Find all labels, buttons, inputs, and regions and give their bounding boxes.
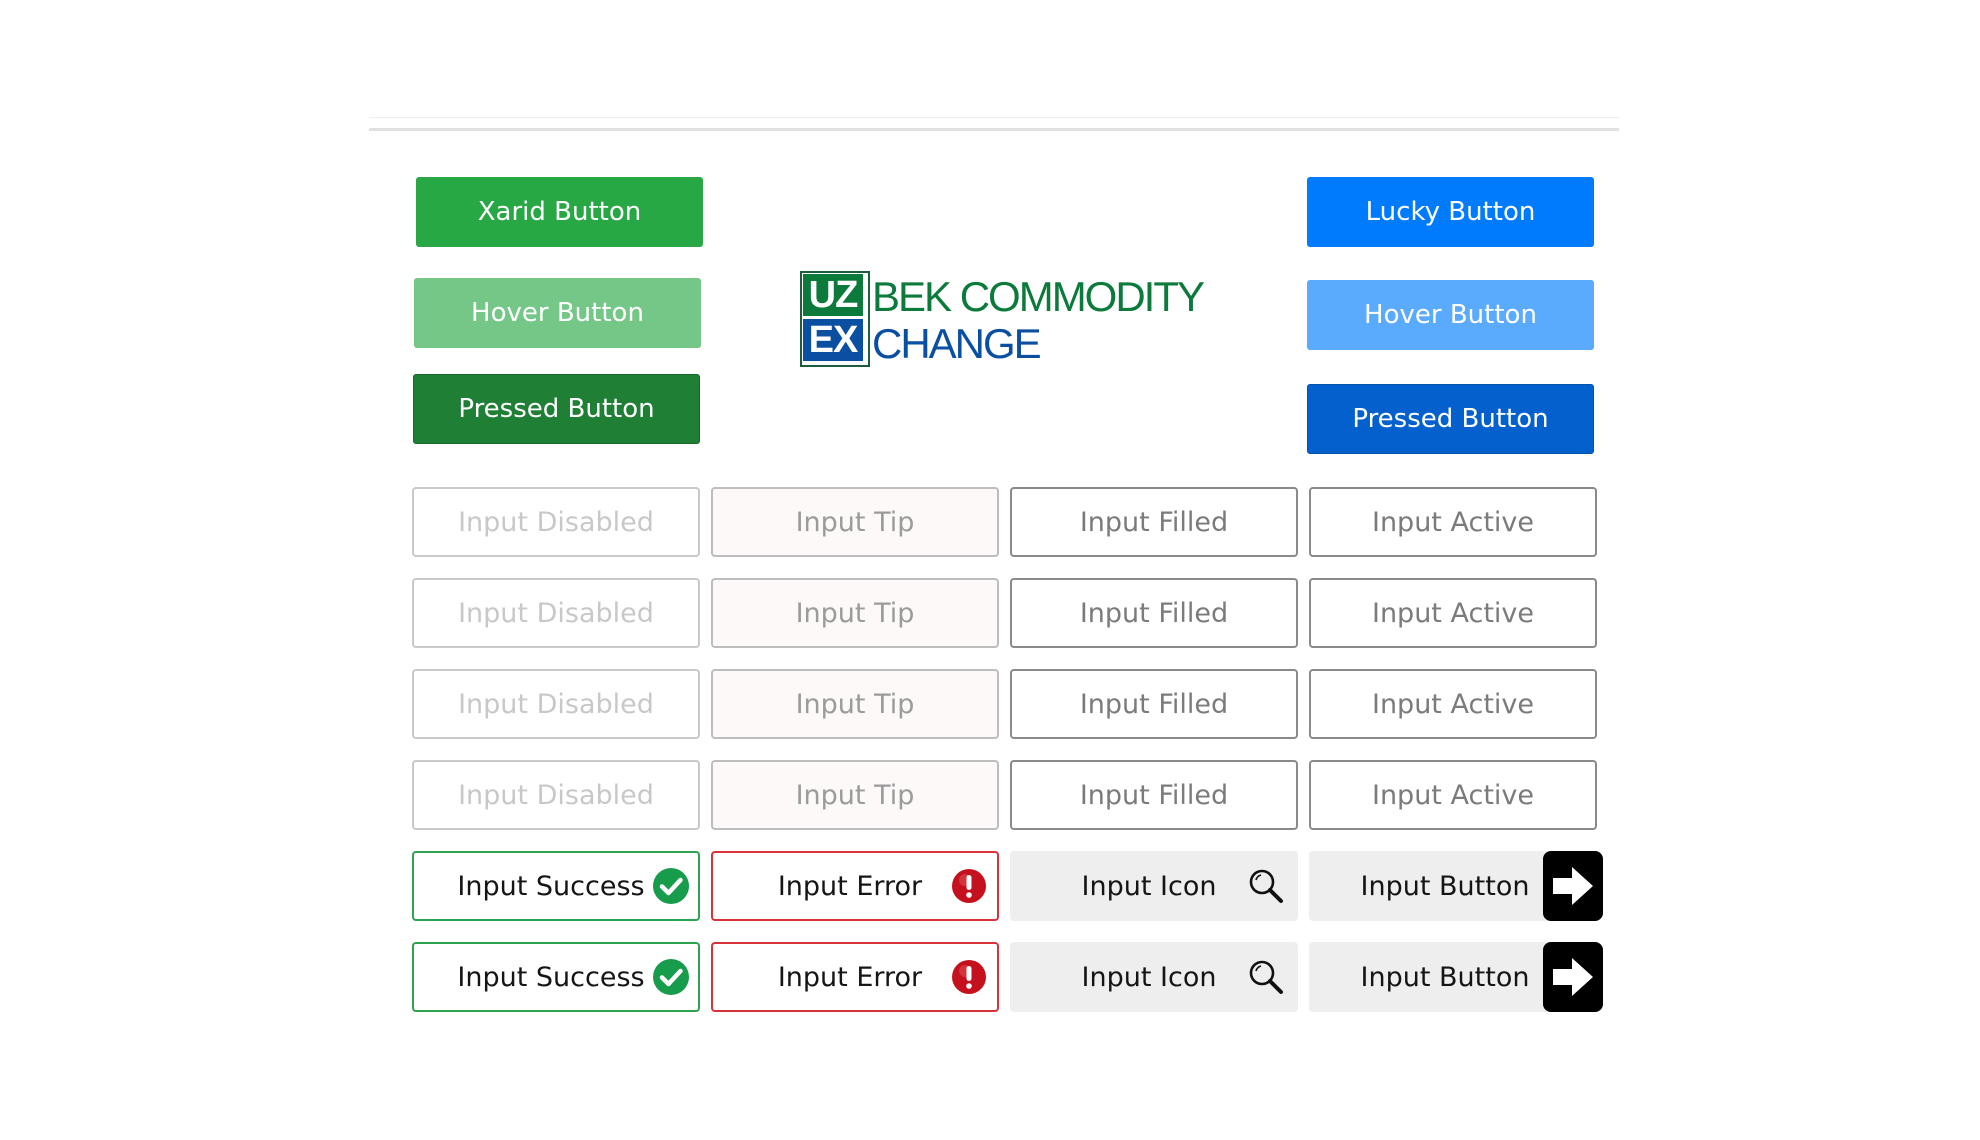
input-success-text: Input Success (457, 870, 645, 902)
input-error-text: Input Error (777, 870, 923, 902)
input-disabled-text: Input Disabled (458, 506, 654, 538)
input-filled-text: Input Filled (1079, 506, 1229, 538)
input-active[interactable]: Input Active (1309, 669, 1597, 739)
input-icon-text: Input Icon (1081, 961, 1217, 993)
search-icon[interactable] (1248, 959, 1284, 995)
input-filled[interactable]: Input Filled (1010, 487, 1298, 557)
input-tip[interactable]: Input Tip (711, 578, 999, 648)
input-error[interactable]: Input Error (711, 851, 999, 921)
input-button-text: Input Button (1360, 961, 1530, 993)
input-active[interactable]: Input Active (1309, 760, 1597, 830)
input-button-text: Input Button (1360, 870, 1530, 902)
input-button[interactable]: Input Button (1309, 851, 1603, 921)
arrow-right-icon (1553, 867, 1593, 905)
input-button[interactable]: Input Button (1309, 942, 1603, 1012)
input-success[interactable]: Input Success (412, 851, 700, 921)
input-tip-text: Input Tip (795, 688, 915, 720)
input-active-text: Input Active (1371, 597, 1534, 629)
check-circle-icon (653, 868, 689, 904)
logo-uz-mark: UZ (803, 274, 863, 316)
input-success-text: Input Success (457, 961, 645, 993)
input-tip-text: Input Tip (795, 506, 915, 538)
exclamation-circle-icon (952, 869, 986, 903)
input-disabled-text: Input Disabled (458, 688, 654, 720)
input-filled-text: Input Filled (1079, 688, 1229, 720)
input-disabled-text: Input Disabled (458, 597, 654, 629)
input-tip[interactable]: Input Tip (711, 760, 999, 830)
input-disabled-text: Input Disabled (458, 779, 654, 811)
input-error[interactable]: Input Error (711, 942, 999, 1012)
input-tip[interactable]: Input Tip (711, 669, 999, 739)
input-active-text: Input Active (1371, 688, 1534, 720)
input-disabled: Input Disabled (412, 760, 700, 830)
logo-text-line2: CHANGE (872, 320, 1042, 367)
logo-text-line1: BEK COMMODITY (872, 273, 1205, 320)
arrow-right-button[interactable] (1543, 851, 1603, 921)
exclamation-circle-icon (952, 960, 986, 994)
arrow-right-icon (1553, 958, 1593, 996)
input-error-text: Input Error (777, 961, 923, 993)
xarid-button[interactable]: Xarid Button (416, 177, 703, 247)
input-filled[interactable]: Input Filled (1010, 760, 1298, 830)
input-icon[interactable]: Input Icon (1010, 851, 1298, 921)
check-circle-icon (653, 959, 689, 995)
input-success[interactable]: Input Success (412, 942, 700, 1012)
logo-ex-mark: EX (803, 319, 863, 361)
input-tip[interactable]: Input Tip (711, 487, 999, 557)
input-active[interactable]: Input Active (1309, 578, 1597, 648)
input-active[interactable]: Input Active (1309, 487, 1597, 557)
green-hover-button[interactable]: Hover Button (414, 278, 701, 348)
input-filled[interactable]: Input Filled (1010, 578, 1298, 648)
input-disabled: Input Disabled (412, 669, 700, 739)
input-disabled: Input Disabled (412, 578, 700, 648)
input-tip-text: Input Tip (795, 779, 915, 811)
ui-kit-page: Xarid Button Hover Button Pressed Button… (0, 0, 1980, 1140)
uzex-logo: UZ EX BEK COMMODITY CHANGE (800, 271, 1210, 371)
blue-pressed-button[interactable]: Pressed Button (1307, 384, 1594, 454)
input-icon-text: Input Icon (1081, 870, 1217, 902)
input-tip-text: Input Tip (795, 597, 915, 629)
blue-hover-button[interactable]: Hover Button (1307, 280, 1594, 350)
input-disabled: Input Disabled (412, 487, 700, 557)
arrow-right-button[interactable] (1543, 942, 1603, 1012)
top-divider (369, 128, 1619, 131)
top-divider-thin (369, 117, 1619, 118)
input-active-text: Input Active (1371, 506, 1534, 538)
input-filled-text: Input Filled (1079, 779, 1229, 811)
green-pressed-button[interactable]: Pressed Button (413, 374, 700, 444)
input-filled[interactable]: Input Filled (1010, 669, 1298, 739)
input-filled-text: Input Filled (1079, 597, 1229, 629)
input-active-text: Input Active (1371, 779, 1534, 811)
lucky-button[interactable]: Lucky Button (1307, 177, 1594, 247)
input-icon[interactable]: Input Icon (1010, 942, 1298, 1012)
search-icon[interactable] (1248, 868, 1284, 904)
